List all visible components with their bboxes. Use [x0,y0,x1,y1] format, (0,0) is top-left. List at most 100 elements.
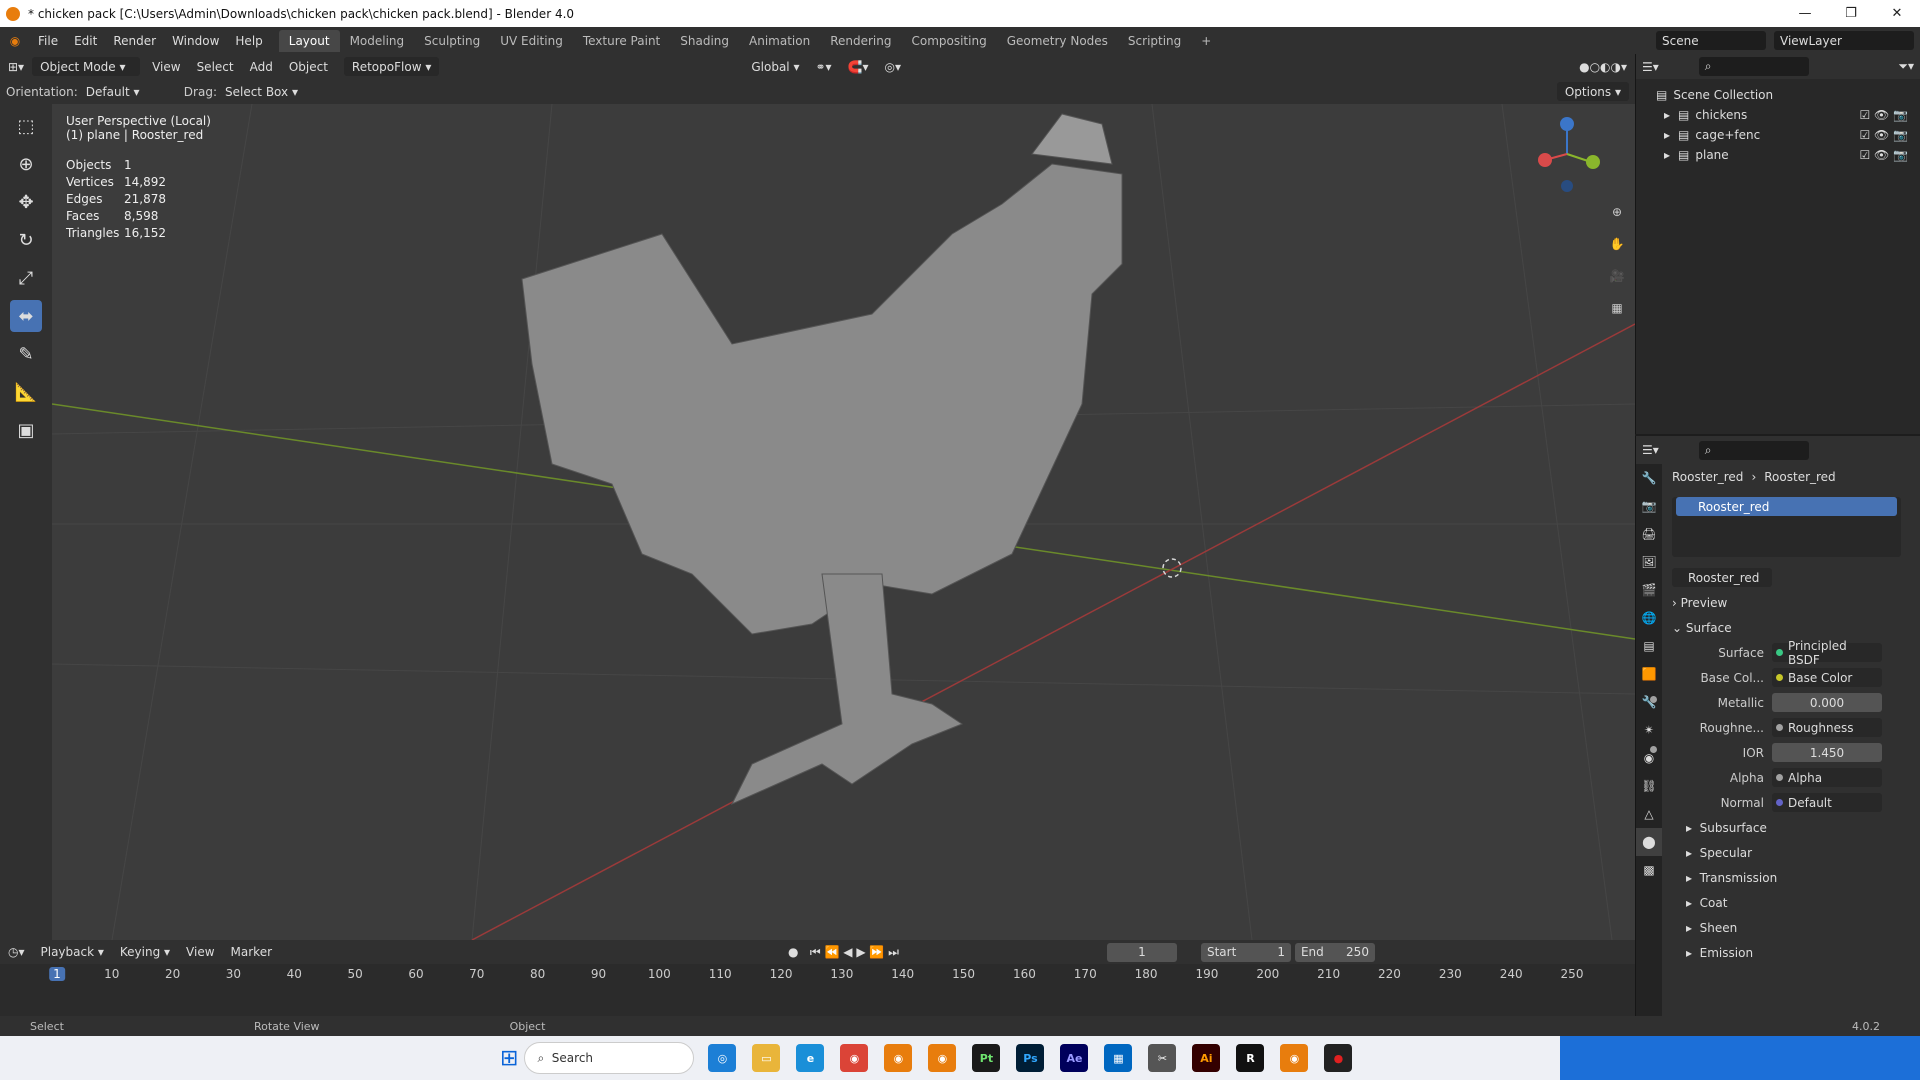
maximize-button[interactable]: ❐ [1828,0,1874,27]
select-menu[interactable]: Select [189,57,242,76]
blender-active-icon[interactable]: ◉ [1280,1044,1309,1072]
add-workspace-icon[interactable]: + [1191,30,1221,52]
outliner-item[interactable]: ▸ ▤ cage+fenc ☑ 👁 📷 [1636,125,1920,145]
object-menu[interactable]: Object [281,57,336,76]
timeline-view-menu[interactable]: View [178,943,222,962]
select-box-icon[interactable]: ⬚ [10,110,42,142]
shader-input-field[interactable]: Base Color [1772,668,1882,687]
expand-icon[interactable]: ▸ [1664,148,1670,162]
tab-rendering[interactable]: Rendering [820,30,901,52]
collection-tab-icon[interactable]: ▤ [1636,632,1662,660]
preview-panel[interactable]: › Preview [1662,590,1920,615]
visibility-icons[interactable]: ☑ 👁 📷 [1859,128,1908,142]
windows-start-icon[interactable]: ⊞ [500,1046,518,1071]
marker-menu[interactable]: Marker [223,943,280,962]
outliner-search[interactable]: ⌕ [1698,57,1809,76]
timeline-editor-icon[interactable]: ◷▾ [0,943,33,962]
tab-sculpting[interactable]: Sculpting [414,30,490,52]
data-tab-icon[interactable]: △ [1636,800,1662,828]
frame-ruler[interactable]: 1 10 20 30 40 50 60 70 80 90 100 110 120 130 140 150 160… [0,964,1635,984]
playback-controls[interactable]: ● ⏮ ⏪ ◀ ▶ ⏩ ⏭ [780,943,907,962]
close-button[interactable]: ✕ [1874,0,1920,27]
3d-viewport[interactable]: User Perspective (Local) (1) plane | Roo… [52,104,1635,940]
file-explorer-icon[interactable]: ▭ [752,1044,781,1072]
material-slot[interactable]: Rooster_red [1676,497,1897,516]
ortho-grid-icon[interactable]: ▦ [1605,296,1629,320]
menu-window[interactable]: Window [164,34,227,48]
view-menu[interactable]: View [144,57,188,76]
photoshop-icon[interactable]: Ps [1016,1044,1045,1072]
scene-tab-icon[interactable]: 🎬 [1636,576,1662,604]
current-frame-field[interactable]: 1 [1106,942,1177,962]
shader-input-field[interactable]: 1.450 [1650,743,1882,762]
snap-icon[interactable]: 🧲▾ [840,57,877,76]
illustrator-icon[interactable]: Ai [1192,1044,1221,1072]
constraints-tab-icon[interactable]: ⛓ [1636,772,1662,800]
outliner-item[interactable]: ▸ ▤ plane ☑ 👁 📷 [1636,145,1920,165]
outliner-item[interactable]: ▸ ▤ chickens ☑ 👁 📷 [1636,105,1920,125]
measure-icon[interactable]: 📐 [10,376,42,408]
menu-help[interactable]: Help [227,34,270,48]
object-tab-icon[interactable]: 🟧 [1636,660,1662,688]
visibility-icons[interactable]: ☑ 👁 📷 [1859,148,1908,162]
tab-animation[interactable]: Animation [739,30,820,52]
particles-tab-icon[interactable]: ✴ [1636,716,1662,744]
menu-file[interactable]: File [30,34,66,48]
blender-taskbar-icon[interactable]: ◉ [884,1044,913,1072]
outliner-display-icon[interactable]: ☰▾ [1642,60,1659,74]
system-tray[interactable] [1560,1036,1920,1080]
zoom-icon[interactable]: ⊕ [1605,200,1629,224]
transform-icon[interactable]: ⬌ [10,300,42,332]
output-tab-icon[interactable]: 🖨 [1636,520,1662,548]
render-tab-icon[interactable]: 📷 [1636,492,1662,520]
visibility-icons[interactable]: ☑ 👁 📷 [1859,108,1908,122]
editor-type-icon[interactable]: ⊞▾ [0,57,32,76]
menu-render[interactable]: Render [105,34,164,48]
subpanel-coat[interactable]: ▸ Coat [1662,890,1920,915]
tab-layout[interactable]: Layout [278,29,340,52]
retopoflow-menu[interactable]: RetopoFlow ▾ [343,57,440,76]
add-cube-icon[interactable]: ▣ [10,414,42,446]
annotate-icon[interactable]: ✎ [10,338,42,370]
blender-menu-icon[interactable]: ◉ [0,34,30,48]
minimize-button[interactable]: — [1782,0,1828,27]
app-r-icon[interactable]: R [1236,1044,1265,1072]
view-layer-selector[interactable]: ViewLayer [1774,31,1914,50]
material-selector[interactable]: Rooster_red [1662,565,1920,590]
material-tab-icon[interactable]: ⬤ [1636,828,1662,856]
options-dropdown[interactable]: Options ▾ [1556,82,1629,101]
orientation-dropdown[interactable]: Default ▾ [78,82,174,101]
tab-texture-paint[interactable]: Texture Paint [573,30,670,52]
app-icon[interactable]: ✂ [1148,1044,1177,1072]
texture-tab-icon[interactable]: ▩ [1636,856,1662,884]
keying-menu[interactable]: Keying ▾ [112,943,178,962]
shader-input-field[interactable]: Alpha [1772,768,1882,787]
tab-geometry-nodes[interactable]: Geometry Nodes [997,30,1118,52]
blender-taskbar-icon-2[interactable]: ◉ [928,1044,957,1072]
drag-dropdown[interactable]: Select Box ▾ [217,82,306,101]
view-layer-tab-icon[interactable]: 🖼 [1636,548,1662,576]
expand-icon[interactable]: ▸ [1664,108,1670,122]
tool-tab-icon[interactable]: 🔧 [1636,464,1662,492]
mode-selector[interactable]: Object Mode ▾ [32,57,141,76]
shading-solid-icon[interactable]: ●○◐◑▾ [1571,57,1635,76]
modifier-tab-icon[interactable]: 🔧 [1636,688,1662,716]
camera-view-icon[interactable]: 🎥 [1605,264,1629,288]
end-frame-field[interactable]: End 250 [1294,942,1375,962]
pivot-icon[interactable]: ⚭▾ [807,57,839,76]
playback-menu[interactable]: Playback ▾ [33,943,112,962]
substance-painter-icon[interactable]: Pt [972,1044,1001,1072]
properties-search[interactable]: ⌕ [1698,440,1809,460]
subpanel-emission[interactable]: ▸ Emission [1662,940,1920,965]
scale-icon[interactable]: ⤢ [10,262,42,294]
subpanel-transmission[interactable]: ▸ Transmission [1662,865,1920,890]
tab-uv-editing[interactable]: UV Editing [490,30,573,52]
move-icon[interactable]: ✥ [10,186,42,218]
subpanel-sheen[interactable]: ▸ Sheen [1662,915,1920,940]
surface-panel[interactable]: ⌄ Surface [1662,615,1920,640]
cursor-icon[interactable]: ⊕ [10,148,42,180]
tab-shading[interactable]: Shading [670,30,739,52]
material-name-field[interactable]: Rooster_red [1672,568,1772,587]
store-icon[interactable]: ▦ [1104,1044,1133,1072]
taskbar-search[interactable]: ⌕ Search [524,1042,695,1074]
